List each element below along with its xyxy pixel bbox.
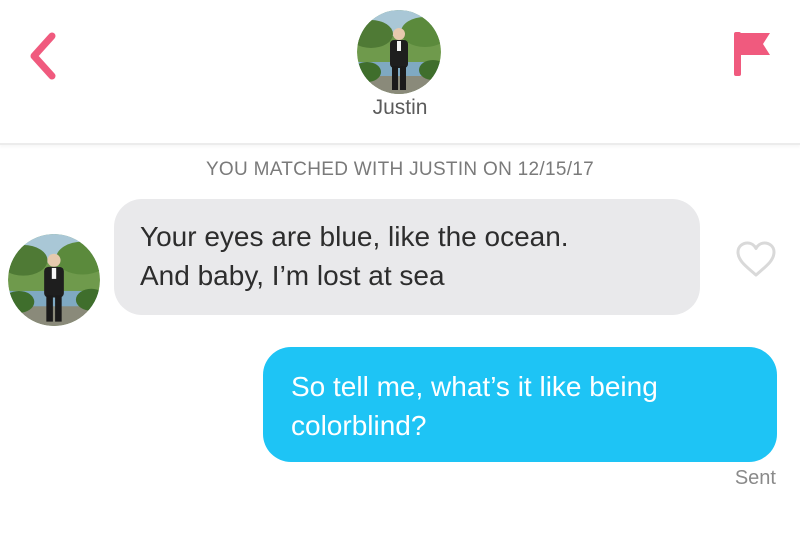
chat-header: Justin bbox=[0, 0, 800, 145]
incoming-message-bubble[interactable]: Your eyes are blue, like the ocean. And … bbox=[114, 199, 700, 315]
match-avatar[interactable] bbox=[357, 10, 441, 94]
back-button[interactable] bbox=[22, 30, 64, 82]
profile-photo bbox=[8, 234, 100, 326]
message-text-line: colorblind? bbox=[291, 410, 427, 441]
profile-photo bbox=[357, 10, 441, 94]
message-text-line: Your eyes are blue, like the ocean. bbox=[140, 221, 569, 252]
match-name: Justin bbox=[372, 96, 428, 119]
message-text-line: So tell me, what’s it like being bbox=[291, 371, 658, 402]
message-text-line: And baby, I’m lost at sea bbox=[140, 260, 445, 291]
match-notice: YOU MATCHED WITH JUSTIN ON 12/15/17 bbox=[205, 159, 595, 180]
outgoing-message-bubble[interactable]: So tell me, what’s it like being colorbl… bbox=[263, 347, 777, 462]
message-status: Sent bbox=[734, 467, 776, 489]
message-sender-avatar[interactable] bbox=[8, 234, 100, 326]
chevron-left-icon bbox=[30, 32, 56, 80]
report-button[interactable] bbox=[730, 30, 774, 78]
flag-icon bbox=[734, 32, 770, 76]
heart-outline-icon bbox=[736, 241, 776, 277]
chat-screen: Justin YOU MATCHED WITH JUSTIN ON 12/15/… bbox=[0, 0, 800, 533]
like-message-button[interactable] bbox=[735, 240, 777, 278]
